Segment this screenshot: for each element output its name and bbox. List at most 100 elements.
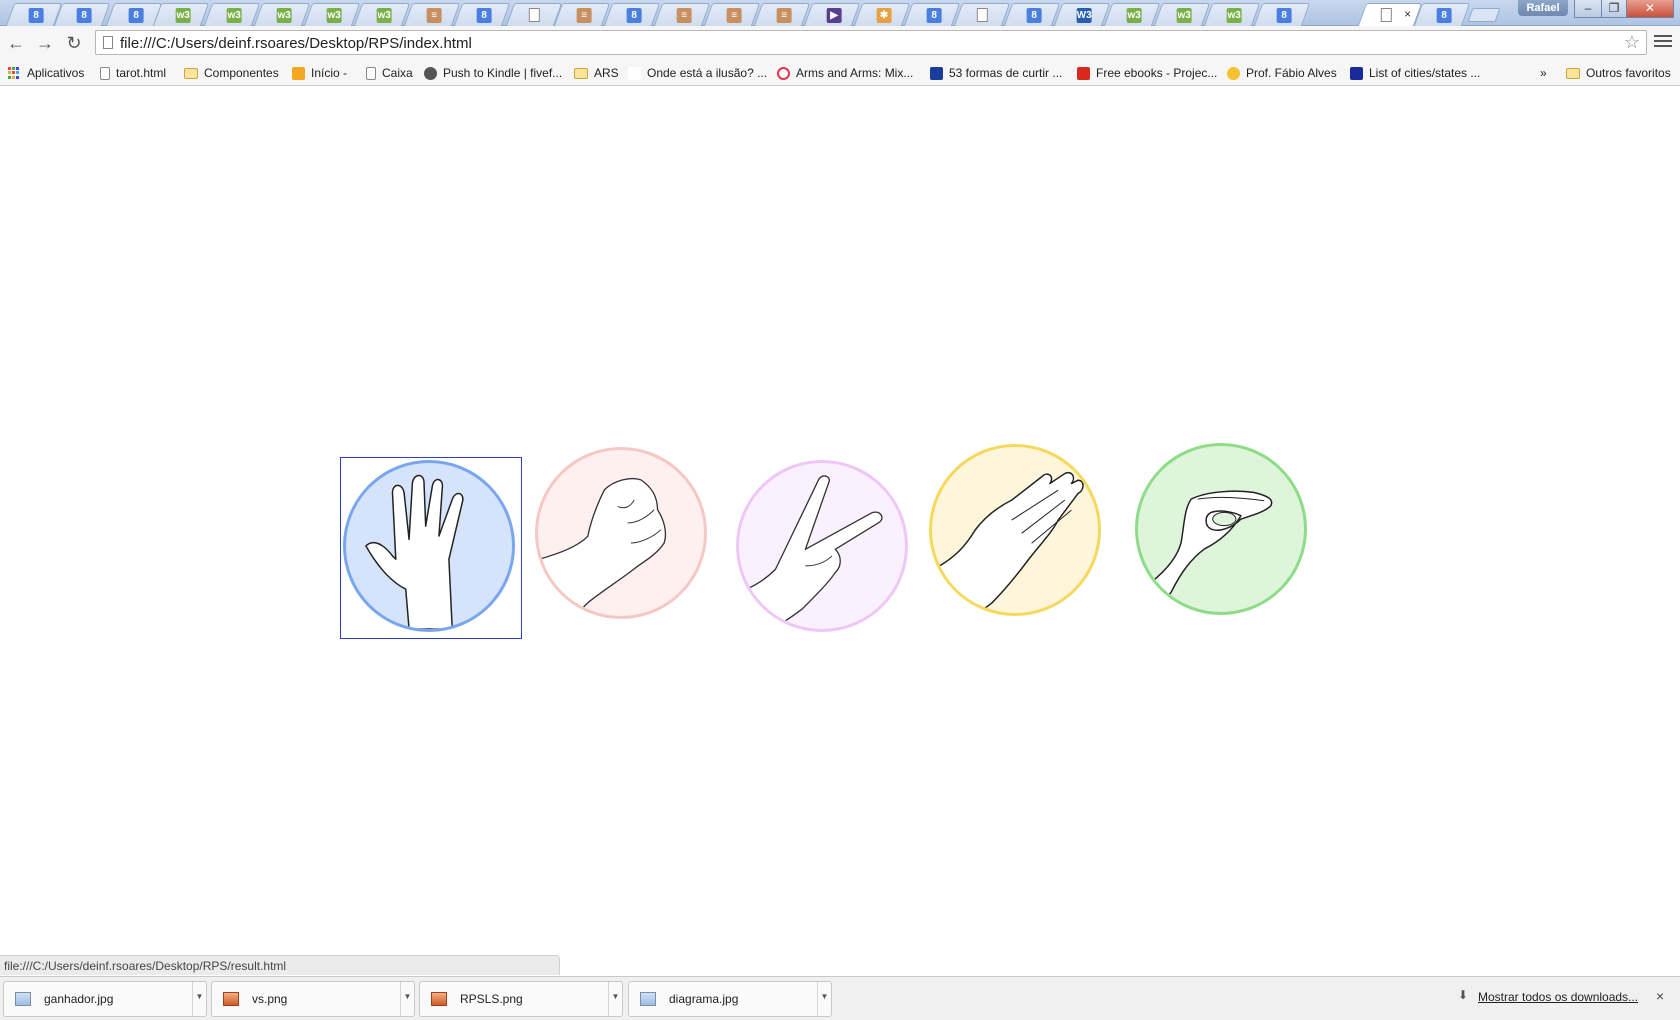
blank-page-icon xyxy=(976,8,988,22)
browser-tab[interactable]: 8 xyxy=(1413,3,1471,26)
folder-icon xyxy=(574,67,588,79)
bookmark-item[interactable]: Push to Kindle | fivef... xyxy=(424,64,562,82)
forward-button[interactable]: → xyxy=(33,31,57,55)
download-item[interactable]: diagrama.jpg ▼ xyxy=(628,981,832,1017)
download-menu-arrow-icon[interactable]: ▼ xyxy=(400,982,414,1016)
choice-spock[interactable] xyxy=(343,460,515,632)
google-icon: 8 xyxy=(128,8,144,23)
browser-tab[interactable] xyxy=(953,3,1011,26)
bookmark-label: Prof. Fábio Alves xyxy=(1246,66,1337,80)
browser-tab[interactable]: w3 xyxy=(1103,3,1161,26)
bookmark-item[interactable]: List of cities/states ... xyxy=(1350,64,1480,82)
google-icon: 8 xyxy=(926,8,942,23)
browser-tab[interactable]: 8 xyxy=(603,3,661,26)
image-file-icon xyxy=(15,992,31,1006)
download-menu-arrow-icon[interactable]: ▼ xyxy=(608,982,622,1016)
reload-button[interactable]: ↻ xyxy=(62,31,86,55)
w3schools-icon: w3 xyxy=(1126,8,1142,23)
bookmark-icon xyxy=(930,66,943,80)
download-item[interactable]: ganhador.jpg ▼ xyxy=(3,981,207,1017)
bookmarks-overflow-button[interactable]: » xyxy=(1540,64,1547,82)
browser-tab[interactable]: ≡ xyxy=(553,3,611,26)
browser-tab[interactable]: ✱ xyxy=(853,3,911,26)
google-icon: 8 xyxy=(28,8,44,23)
bookmark-label: tarot.html xyxy=(116,66,167,80)
browser-tab[interactable]: 8 xyxy=(1253,3,1311,26)
tab-close-icon[interactable]: × xyxy=(1404,7,1411,21)
status-bar: file:///C:/Users/deinf.rsoares/Desktop/R… xyxy=(0,955,560,975)
minimize-button[interactable]: – xyxy=(1574,0,1602,18)
browser-tab[interactable]: 8 xyxy=(453,3,511,26)
bookmark-label: List of cities/states ... xyxy=(1369,66,1481,80)
show-all-downloads-link[interactable]: Mostrar todos os downloads... xyxy=(1478,990,1638,1004)
bookmark-item[interactable]: 53 formas de curtir ... xyxy=(930,64,1062,82)
browser-tab[interactable]: ≡ xyxy=(703,3,761,26)
browser-tab[interactable]: ▶ xyxy=(803,3,861,26)
omnibox[interactable]: ☆ xyxy=(95,30,1647,55)
choice-scissors[interactable] xyxy=(736,460,908,632)
w3schools-icon: w3 xyxy=(1176,8,1192,23)
address-bar-input[interactable] xyxy=(120,33,1600,53)
document-icon xyxy=(100,66,110,80)
page-content xyxy=(0,87,1680,955)
page-icon xyxy=(103,36,113,49)
bookmark-item[interactable]: ARS xyxy=(574,64,619,82)
tab-active[interactable]: × xyxy=(1357,3,1423,26)
browser-tab[interactable]: ≡ xyxy=(653,3,711,26)
asterisk-icon: ✱ xyxy=(876,8,892,23)
w3schools-icon: w3 xyxy=(226,8,242,23)
bookmark-item[interactable]: Prof. Fábio Alves xyxy=(1227,64,1337,82)
bookmark-item[interactable]: Free ebooks - Projec... xyxy=(1077,64,1217,82)
toolbar: ← → ↻ ☆ xyxy=(0,26,1680,59)
restore-button[interactable]: ❐ xyxy=(1601,0,1627,18)
y-icon xyxy=(628,66,641,80)
download-menu-arrow-icon[interactable]: ▼ xyxy=(817,982,831,1016)
bookmark-label: Caixa xyxy=(382,66,413,80)
bookmark-label: Início - xyxy=(311,66,348,80)
bookmark-item[interactable]: Aplicativos xyxy=(8,64,84,82)
png-file-icon xyxy=(223,992,239,1006)
book-icon xyxy=(1350,66,1363,80)
star-icon[interactable]: ☆ xyxy=(1624,32,1640,53)
choice-rock[interactable] xyxy=(535,447,707,619)
browser-tab[interactable]: w3 xyxy=(203,3,261,26)
browser-tab[interactable]: 8 xyxy=(1003,3,1061,26)
window-close-button[interactable]: ✕ xyxy=(1626,0,1674,18)
browser-tab[interactable]: w3 xyxy=(353,3,411,26)
back-button[interactable]: ← xyxy=(4,31,28,55)
w3schools-icon: w3 xyxy=(376,8,392,23)
download-item[interactable]: vs.png ▼ xyxy=(211,981,415,1017)
browser-tab[interactable]: w3 xyxy=(152,3,210,26)
download-arrow-icon: ⬇ xyxy=(1458,988,1469,1002)
choice-lizard[interactable] xyxy=(1135,443,1307,615)
bookmark-item[interactable]: Onde está a ilusão? ... xyxy=(628,64,767,82)
bookmark-item[interactable]: Caixa xyxy=(366,64,413,82)
browser-tab[interactable]: ≡ xyxy=(403,3,461,26)
w3c-icon: W3 xyxy=(1076,8,1092,23)
browser-tab[interactable]: w3 xyxy=(1153,3,1211,26)
browser-tab[interactable]: W3 xyxy=(1053,3,1111,26)
other-bookmarks-folder[interactable]: Outros favoritos xyxy=(1566,64,1671,82)
menu-icon[interactable] xyxy=(1654,32,1672,52)
bookmark-item[interactable]: Componentes xyxy=(184,64,279,82)
choice-paper[interactable] xyxy=(929,444,1101,616)
browser-tab[interactable]: w3 xyxy=(303,3,361,26)
download-item[interactable]: RPSLS.png ▼ xyxy=(419,981,623,1017)
bookmark-item[interactable]: Arms and Arms: Mix... xyxy=(777,64,913,82)
download-filename: RPSLS.png xyxy=(460,992,523,1006)
browser-tab[interactable]: 8 xyxy=(53,3,111,26)
kindle-icon xyxy=(424,66,437,80)
new-tab-button[interactable] xyxy=(1467,8,1501,22)
close-shelf-button[interactable]: × xyxy=(1656,988,1664,1004)
blank-page-icon xyxy=(528,8,540,22)
downloads-shelf: ⬇ Mostrar todos os downloads... × ganhad… xyxy=(0,976,1680,1020)
profile-button[interactable]: Rafael xyxy=(1518,0,1568,16)
bookmark-item[interactable]: Início - xyxy=(292,64,347,82)
browser-tab[interactable]: 8 xyxy=(903,3,961,26)
browser-tab[interactable]: w3 xyxy=(1203,3,1261,26)
w3schools-icon: w3 xyxy=(326,8,342,23)
browser-tab[interactable]: ≡ xyxy=(753,3,811,26)
bookmark-item[interactable]: tarot.html xyxy=(100,64,166,82)
browser-tab[interactable]: w3 xyxy=(253,3,311,26)
download-menu-arrow-icon[interactable]: ▼ xyxy=(192,982,206,1016)
